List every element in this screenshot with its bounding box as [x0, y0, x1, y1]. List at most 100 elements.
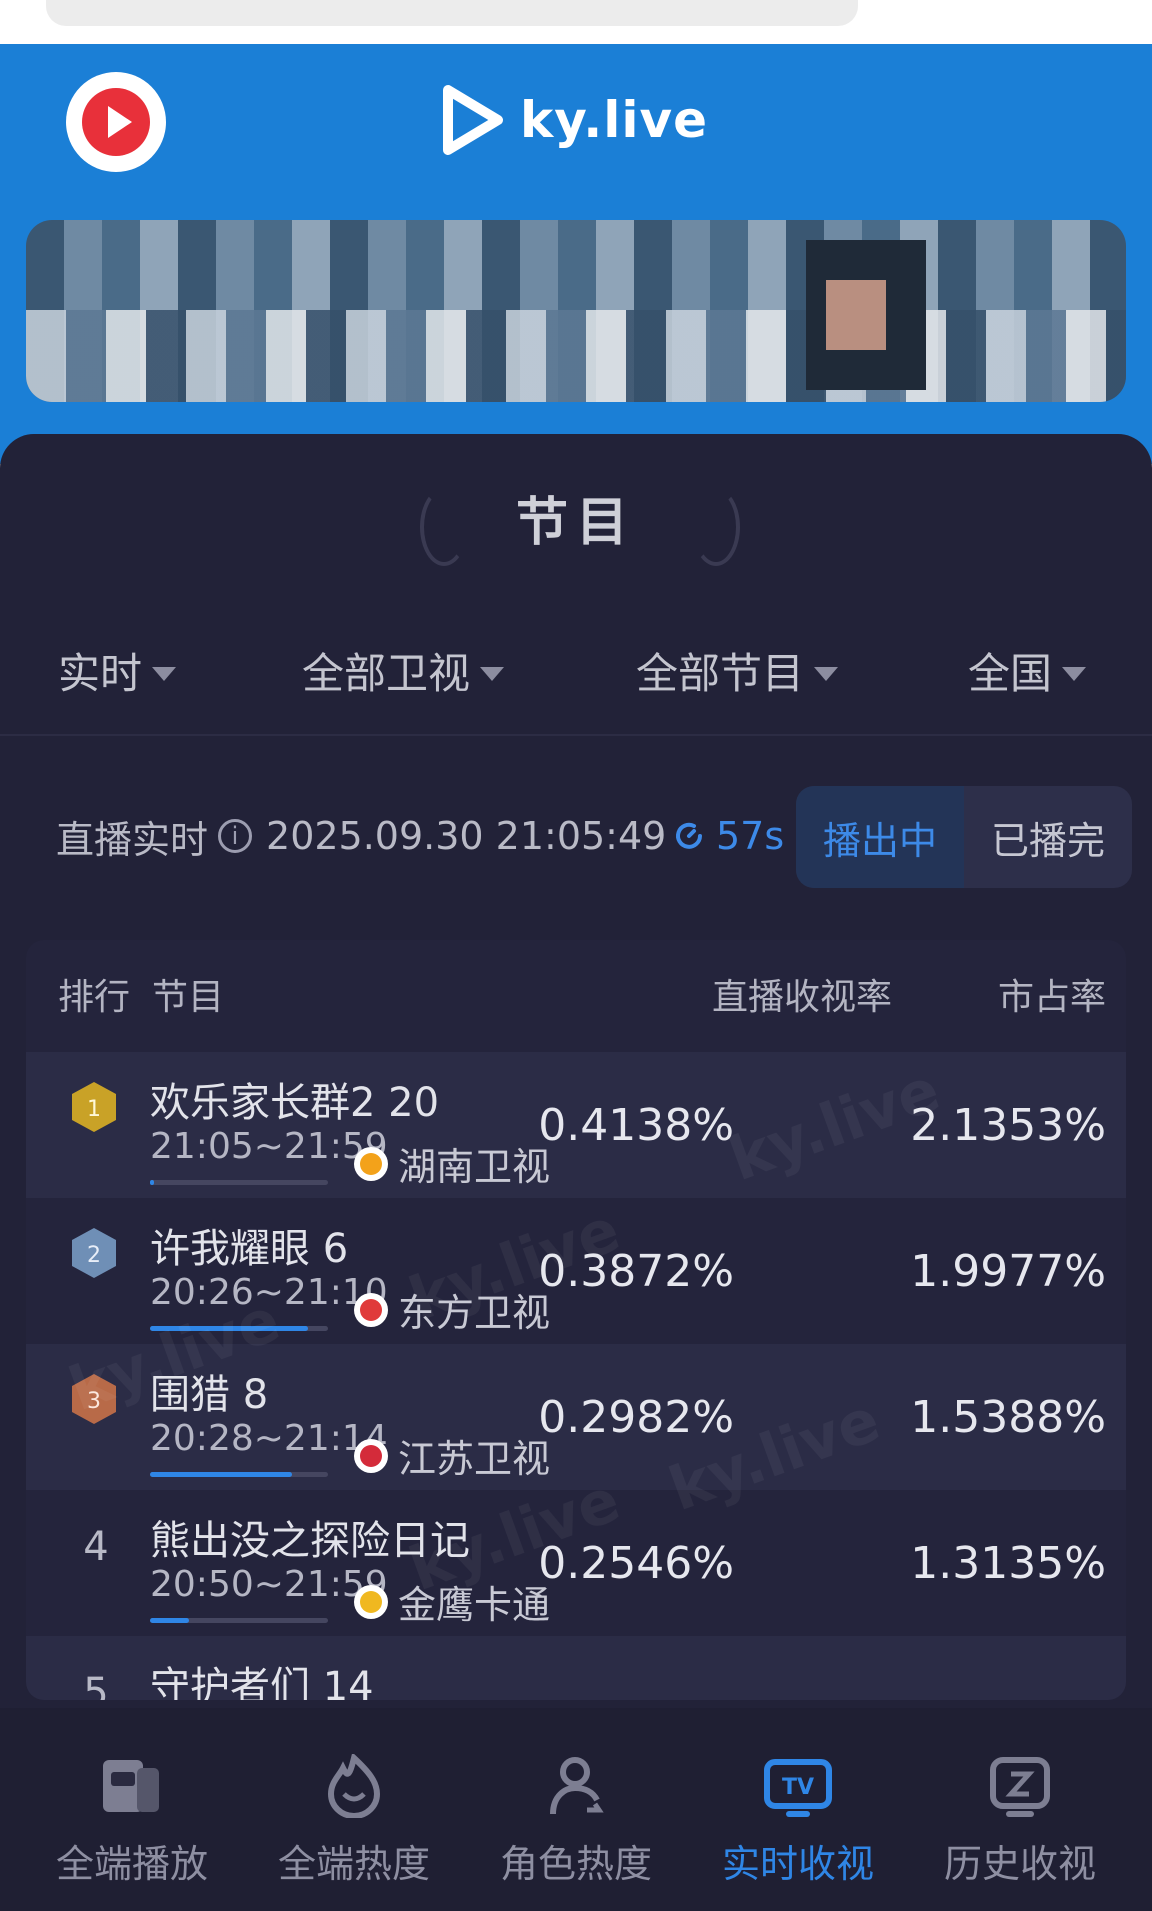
tab-label: 全端播放	[55, 1842, 208, 1886]
history-icon	[990, 1757, 1050, 1817]
table-row[interactable]: 4 熊出没之探险日记 20:50~21:59 金鹰卡通 0.2546% 1.31…	[26, 1490, 1126, 1636]
table-header: 排行 节目 直播收视率 市占率	[26, 968, 1126, 1018]
program-name: 许我耀眼 6	[150, 1226, 349, 1272]
table-row[interactable]: 3 围猎 8 20:28~21:14 江苏卫视 0.2982% 1.5388%	[26, 1344, 1126, 1490]
channel-name: 江苏卫视	[398, 1437, 551, 1481]
tab-all-heat[interactable]: 全端热度	[254, 1752, 454, 1894]
live-rating: 0.3872%	[538, 1246, 734, 1297]
market-share: 1.3135%	[910, 1538, 1106, 1589]
caret-down-icon	[480, 666, 505, 681]
golden-eagle-cartoon-icon	[354, 1584, 388, 1619]
header-rating[interactable]: 直播收视率	[712, 968, 892, 1020]
filter-time-label: 实时	[58, 649, 143, 698]
refresh-countdown-value: 57s	[716, 814, 785, 858]
table-row[interactable]: 5 守护者们 14	[26, 1636, 1126, 1700]
rank-number: 4	[83, 1524, 109, 1570]
banner-image[interactable]	[26, 220, 1126, 402]
program-name: 熊出没之探险日记	[150, 1518, 470, 1564]
section-title: 节目	[515, 493, 636, 553]
tab-label: 历史收视	[943, 1842, 1096, 1886]
channel-name: 湖南卫视	[398, 1145, 551, 1189]
filter-region-label: 全国	[968, 649, 1053, 698]
tab-history-ratings[interactable]: 历史收视	[920, 1754, 1120, 1894]
tab-label: 实时收视	[721, 1842, 874, 1886]
rank-badge-silver-icon: 2	[72, 1228, 116, 1278]
search-pill[interactable]	[46, 0, 858, 26]
caret-down-icon	[152, 666, 177, 681]
channel-name: 东方卫视	[398, 1291, 551, 1335]
rank-badge-gold-icon: 1	[72, 1082, 116, 1132]
market-share: 1.5388%	[910, 1392, 1106, 1443]
program-time: 20:28~21:14	[150, 1418, 388, 1459]
toggle-ended[interactable]: 已播完	[964, 786, 1132, 888]
caret-down-icon	[1062, 666, 1087, 681]
rank-number: 5	[83, 1670, 109, 1700]
header-share[interactable]: 市占率	[998, 968, 1106, 1020]
app-logo-icon[interactable]	[66, 72, 166, 172]
divider	[0, 734, 1152, 736]
svg-text:2: 2	[87, 1243, 101, 1268]
filter-time[interactable]: 实时	[58, 640, 177, 701]
jiangsu-tv-icon	[354, 1438, 388, 1473]
filter-program[interactable]: 全部节目	[636, 640, 839, 701]
live-status-label: 直播实时	[56, 817, 209, 862]
tab-role-heat[interactable]: 角色热度	[476, 1754, 676, 1894]
channel: 金鹰卡通	[354, 1574, 550, 1629]
dragon-tv-icon	[354, 1292, 388, 1327]
program-time: 20:50~21:59	[150, 1564, 388, 1605]
program-time: 20:26~21:10	[150, 1272, 388, 1313]
header-rank: 排行	[58, 977, 131, 1018]
tv-icon: TV	[764, 1759, 832, 1817]
bottom-tab-bar: 全端播放 全端热度 角色热度 TV 实时收视 历史收视	[0, 1708, 1152, 1911]
live-rating: 0.2546%	[538, 1538, 734, 1589]
caret-down-icon	[814, 666, 839, 681]
ratings-table: 排行 节目 直播收视率 市占率 1 欢乐家长群2 20 21:05~21:59 …	[26, 940, 1126, 1700]
market-share: 1.9977%	[910, 1246, 1106, 1297]
filter-row: 实时 全部卫视 全部节目 全国	[0, 640, 1152, 700]
svg-text:3: 3	[87, 1389, 101, 1414]
program-progress	[150, 1180, 328, 1185]
live-rating: 0.4138%	[538, 1100, 734, 1151]
program-name: 围猎 8	[150, 1372, 269, 1418]
filter-region[interactable]: 全国	[968, 640, 1087, 701]
program-name: 欢乐家长群2 20	[150, 1080, 440, 1126]
live-timestamp: 2025.09.30 21:05:49	[266, 814, 667, 858]
rank-badge-bronze-icon: 3	[72, 1374, 116, 1424]
status-bar	[0, 0, 1152, 44]
table-row[interactable]: 1 欢乐家长群2 20 21:05~21:59 湖南卫视 0.4138% 2.1…	[26, 1052, 1126, 1198]
filter-program-label: 全部节目	[636, 649, 805, 698]
tab-realtime-ratings[interactable]: TV 实时收视	[698, 1754, 898, 1894]
channel: 湖南卫视	[354, 1136, 550, 1191]
person-icon	[550, 1757, 604, 1815]
brand: ky.live	[440, 80, 708, 160]
airing-toggle: 播出中 已播完	[796, 786, 1132, 888]
channel-name: 金鹰卡通	[398, 1583, 551, 1627]
brand-logo-icon	[443, 85, 503, 155]
market-share: 2.1353%	[910, 1100, 1106, 1151]
svg-text:1: 1	[87, 1097, 101, 1122]
flame-icon	[327, 1752, 381, 1819]
filter-channel[interactable]: 全部卫视	[302, 640, 505, 701]
program-time: 21:05~21:59	[150, 1126, 388, 1167]
table-row[interactable]: 2 许我耀眼 6 20:26~21:10 东方卫视 0.3872% 1.9977…	[26, 1198, 1126, 1344]
filter-channel-label: 全部卫视	[302, 649, 471, 698]
hunan-tv-icon	[354, 1146, 388, 1181]
playback-icon	[103, 1760, 159, 1812]
tab-label: 角色热度	[499, 1842, 652, 1886]
header-program: 节目	[152, 977, 225, 1018]
channel: 江苏卫视	[354, 1428, 550, 1483]
program-progress	[150, 1472, 328, 1477]
info-icon[interactable]: i	[218, 819, 253, 853]
brand-name: ky.live	[520, 91, 709, 149]
program-progress	[150, 1326, 328, 1331]
refresh-countdown[interactable]: 57s	[672, 808, 784, 864]
live-rating: 0.2982%	[538, 1392, 734, 1443]
tab-all-playback[interactable]: 全端播放	[32, 1754, 232, 1894]
channel: 东方卫视	[354, 1282, 550, 1337]
refresh-icon	[676, 822, 702, 849]
tab-label: 全端热度	[277, 1842, 430, 1886]
program-progress	[150, 1618, 328, 1623]
live-status: 直播实时 i 2025.09.30 21:05:49	[56, 808, 666, 864]
toggle-on-air[interactable]: 播出中	[796, 786, 964, 888]
svg-text:TV: TV	[782, 1775, 814, 1800]
